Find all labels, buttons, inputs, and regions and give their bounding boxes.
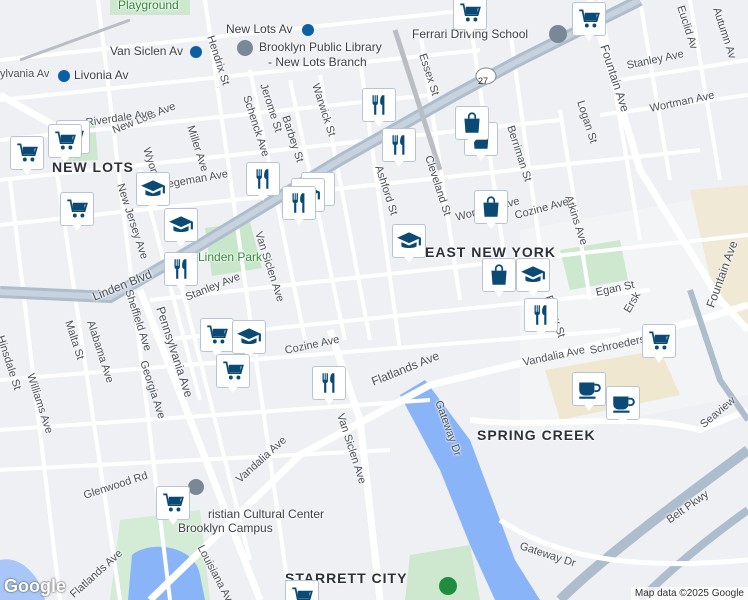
school-icon [236,324,262,350]
map-canvas[interactable]: NEW LOTS EAST NEW YORK SPRING CREEK STAR… [0,0,748,600]
poi-pin[interactable] [524,298,558,338]
coffee-icon [576,376,602,402]
poi-pin[interactable] [200,318,234,358]
poi-pin[interactable] [136,172,170,212]
poi-label-new-lots-av-station[interactable]: New Lots Av [226,22,292,36]
shopping-cart-icon [52,128,78,154]
poi-pin[interactable] [60,192,94,232]
poi-pin[interactable] [10,136,44,176]
poi-label-livonia-av-station[interactable]: Livonia Av [74,68,129,82]
driving-school-marker-icon[interactable] [549,25,567,43]
school-icon [396,228,422,254]
shopping-cart-icon [204,322,230,348]
belt-parkway-road [556,445,748,600]
poi-label-cultural-center[interactable]: ristian Cultural Center [208,507,324,521]
poi-pin[interactable] [216,354,250,394]
poi-pin[interactable] [482,258,516,298]
shopping-cart-icon [457,0,483,26]
poi-label-playground[interactable]: Playground [118,0,179,12]
poi-pin[interactable] [312,366,346,406]
poi-pin[interactable] [453,0,487,36]
restaurant-icon [316,370,342,396]
subway-station-icon[interactable] [302,24,314,36]
shopping-cart-icon [160,490,186,516]
poi-label-van-siclen-av-station[interactable]: Van Siclen Av [110,44,183,58]
restaurant-icon [286,190,312,216]
route-27-label: 27 [478,76,489,86]
poi-pin[interactable] [474,190,508,230]
poi-pin[interactable] [392,224,426,264]
school-icon [520,262,546,288]
poi-label-library[interactable]: Brooklyn Public Library [259,40,382,54]
area-label-spring-creek: SPRING CREEK [477,427,596,443]
poi-pin[interactable] [282,186,316,226]
poi-pin[interactable] [516,258,550,298]
shopping-cart-icon [289,584,315,600]
shopping-bag-icon [459,110,485,136]
shopping-cart-icon [64,196,90,222]
poi-pin[interactable] [164,208,198,248]
cultural-center-marker-icon[interactable] [188,479,204,495]
poi-pin[interactable] [455,106,489,146]
poi-pin[interactable] [246,162,280,202]
poi-label-linden-park[interactable]: Linden Park [198,250,262,264]
library-marker-icon[interactable] [237,40,253,56]
park-marker-icon[interactable] [439,577,457,595]
poi-pin[interactable] [48,124,82,164]
poi-pin[interactable] [164,252,198,292]
shopping-cart-icon [646,328,672,354]
shopping-cart-icon [576,6,602,32]
poi-pin[interactable] [362,88,396,128]
poi-pin[interactable] [285,580,319,600]
school-icon [168,212,194,238]
restaurant-icon [528,302,554,328]
poi-pin[interactable] [606,386,640,426]
subway-station-icon[interactable] [190,46,202,58]
restaurant-icon [250,166,276,192]
shopping-bag-icon [478,194,504,220]
poi-label-library-branch[interactable]: - New Lots Branch [268,55,367,69]
poi-pin[interactable] [382,128,416,168]
shopping-cart-icon [220,358,246,384]
school-icon [140,176,166,202]
restaurant-icon [168,256,194,282]
map-attribution: Map data ©2025 Google [630,587,748,600]
poi-pin[interactable] [572,2,606,42]
shopping-bag-icon [486,262,512,288]
restaurant-icon [366,92,392,118]
poi-pin[interactable] [572,372,606,412]
subway-station-icon[interactable] [58,70,70,82]
poi-pin[interactable] [642,324,676,364]
google-logo: Google [4,576,66,596]
restaurant-icon [386,132,412,158]
coffee-icon [610,390,636,416]
poi-label-cultural-center-campus[interactable]: Brooklyn Campus [178,521,273,535]
poi-pin[interactable] [156,486,190,526]
shopping-cart-icon [14,140,40,166]
street-label-fragment: ylvania Av [0,68,50,80]
